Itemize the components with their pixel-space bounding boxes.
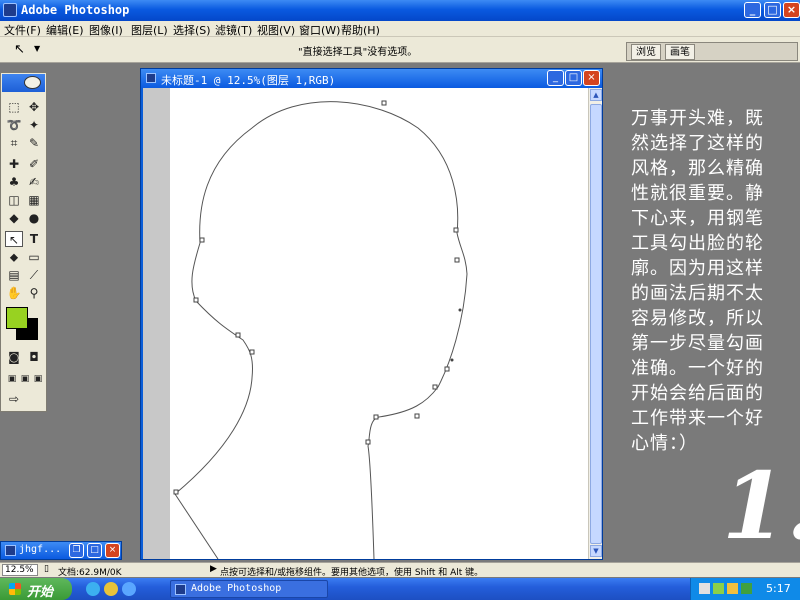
minimized-window-title: jhgf... <box>19 544 62 555</box>
taskbar-photoshop-button[interactable]: Adobe Photoshop <box>170 580 328 598</box>
doc-close-button[interactable]: × <box>583 70 600 86</box>
app-title-bar: Adobe Photoshop _ □ × <box>0 0 800 21</box>
document-window: 未标题-1 @ 12.5%(图层 1,RGB) _ □ × ▲ ▼ <box>140 68 603 560</box>
brush-tool-icon[interactable]: ✐ <box>25 156 43 172</box>
media-player-icon[interactable] <box>122 582 136 596</box>
doc-info-icon[interactable]: ▯ <box>44 564 49 574</box>
document-title-bar[interactable]: 未标题-1 @ 12.5%(图层 1,RGB) _ □ × <box>141 69 602 88</box>
scroll-up-icon[interactable]: ▲ <box>590 89 602 101</box>
clone-stamp-icon[interactable]: ♣ <box>5 174 23 190</box>
folder-icon[interactable] <box>104 582 118 596</box>
foreground-color-swatch[interactable] <box>6 307 28 329</box>
hand-tool-icon[interactable]: ✋ <box>5 285 23 301</box>
marquee-tool-icon[interactable]: ⬚ <box>5 99 23 115</box>
menu-select[interactable]: 选择(S) <box>173 22 211 38</box>
arrow-tool-icon[interactable]: ↖ <box>14 42 25 57</box>
mini-maximize-button[interactable]: □ <box>87 543 102 558</box>
dodge-tool-icon[interactable]: ● <box>25 210 43 226</box>
photoshop-icon[interactable] <box>3 3 17 17</box>
taskbar-button-label: Adobe Photoshop <box>191 583 282 594</box>
close-button[interactable]: × <box>783 2 800 18</box>
path-selection-icon[interactable]: ↖ <box>5 231 23 247</box>
eye-icon <box>24 76 41 89</box>
crop-tool-icon[interactable]: ⌗ <box>5 135 23 151</box>
canvas[interactable] <box>170 88 588 560</box>
start-button[interactable]: 开始 <box>0 578 72 600</box>
type-tool-icon[interactable]: T <box>25 231 43 247</box>
status-bar: 12.5% ▯ 文档:62.9M/0K ▶ 点按可选择和/或拖移组件。要用其他选… <box>0 562 800 578</box>
notes-tool-icon[interactable]: ▤ <box>5 267 23 283</box>
scroll-down-icon[interactable]: ▼ <box>590 545 602 557</box>
doc-maximize-button[interactable]: □ <box>565 70 582 86</box>
tool-preset-dropdown[interactable]: ▼ <box>34 44 40 53</box>
photoshop-icon <box>175 584 186 595</box>
windows-logo-icon <box>9 583 21 595</box>
history-brush-icon[interactable]: ✍ <box>25 174 43 190</box>
menu-edit[interactable]: 编辑(E) <box>46 22 84 38</box>
mini-close-button[interactable]: × <box>105 543 120 558</box>
minimized-document-window[interactable]: jhgf... ❐ □ × <box>0 541 122 560</box>
document-pasteboard <box>143 88 588 560</box>
status-tip: 点按可选择和/或拖移组件。要用其他选项，使用 Shift 和 Alt 键。 <box>220 568 484 578</box>
app-title: Adobe Photoshop <box>21 3 130 17</box>
tab-browser[interactable]: 浏览 <box>631 44 661 60</box>
gradient-tool-icon[interactable]: ▦ <box>25 192 43 208</box>
step-number: 1. <box>722 452 800 560</box>
tutorial-annotation: 万事开头难，既然选择了这样的风格，那么精确性就很重要。静下心来，用钢笔工具勾出脸… <box>631 108 764 454</box>
slice-tool-icon[interactable]: ✎ <box>25 135 43 151</box>
healing-brush-icon[interactable]: ✚ <box>5 156 23 172</box>
tray-icon-1[interactable] <box>699 583 710 594</box>
toolbox-header[interactable] <box>2 74 45 92</box>
scroll-thumb[interactable] <box>590 104 602 544</box>
document-icon <box>5 545 16 556</box>
menu-help[interactable]: 帮助(H) <box>341 22 380 38</box>
menu-window[interactable]: 窗口(W) <box>299 22 340 38</box>
clock[interactable]: 5:17 <box>766 582 791 595</box>
toolbox: ⬚ ✥ ➰ ✦ ⌗ ✎ ✚ ✐ ♣ ✍ ◫ ▦ ◆ ● ↖ T ⬥ ▭ ▤ ⟋ … <box>0 72 47 412</box>
blur-tool-icon[interactable]: ◆ <box>5 210 23 226</box>
menu-file[interactable]: 文件(F) <box>4 22 41 38</box>
zoom-tool-icon[interactable]: ⚲ <box>25 285 43 301</box>
pen-tool-icon[interactable]: ⬥ <box>5 249 23 265</box>
shape-tool-icon[interactable]: ▭ <box>25 249 43 265</box>
system-tray: 5:17 <box>690 578 800 600</box>
menu-bar: 文件(F) 编辑(E) 图像(I) 图层(L) 选择(S) 滤镜(T) 视图(V… <box>0 21 800 37</box>
lasso-tool-icon[interactable]: ➰ <box>5 117 23 133</box>
taskbar: 开始 Adobe Photoshop 5:17 <box>0 578 800 600</box>
move-tool-icon[interactable]: ✥ <box>25 99 43 115</box>
start-label: 开始 <box>27 585 54 600</box>
tray-icon-3[interactable] <box>727 583 738 594</box>
vertical-scrollbar[interactable]: ▲ ▼ <box>588 88 602 559</box>
face-outline-path <box>173 100 468 560</box>
menu-view[interactable]: 视图(V) <box>257 22 295 38</box>
magic-wand-icon[interactable]: ✦ <box>25 117 43 133</box>
options-hint: "直接选择工具"没有选项。 <box>298 47 418 58</box>
maximize-button[interactable]: □ <box>764 2 781 18</box>
ie-icon[interactable] <box>86 582 100 596</box>
palette-well: 浏览 画笔 <box>626 42 798 61</box>
document-info: 文档:62.9M/0K <box>58 568 122 578</box>
quick-mask-icon[interactable]: ◘ <box>25 349 43 365</box>
play-arrow-icon: ▶ <box>210 564 217 574</box>
menu-image[interactable]: 图像(I) <box>89 22 123 38</box>
standard-mode-icon[interactable]: ◙ <box>5 349 23 365</box>
eraser-tool-icon[interactable]: ◫ <box>5 192 23 208</box>
mini-restore-button[interactable]: ❐ <box>69 543 84 558</box>
jump-to-imageready-icon[interactable]: ⇨ <box>5 391 23 407</box>
eyedropper-icon[interactable]: ⟋ <box>25 267 43 283</box>
zoom-field[interactable]: 12.5% <box>2 564 38 576</box>
menu-layer[interactable]: 图层(L) <box>131 22 168 38</box>
document-icon <box>146 73 156 83</box>
document-title: 未标题-1 @ 12.5%(图层 1,RGB) <box>161 74 336 87</box>
menu-filter[interactable]: 滤镜(T) <box>215 22 252 38</box>
tray-icon-2[interactable] <box>713 583 724 594</box>
minimize-button[interactable]: _ <box>744 2 761 18</box>
doc-minimize-button[interactable]: _ <box>547 70 564 86</box>
screen-mode-full-icon[interactable]: ▣ <box>29 371 47 387</box>
tab-brushes[interactable]: 画笔 <box>665 44 695 60</box>
tray-icon-4[interactable] <box>741 583 752 594</box>
